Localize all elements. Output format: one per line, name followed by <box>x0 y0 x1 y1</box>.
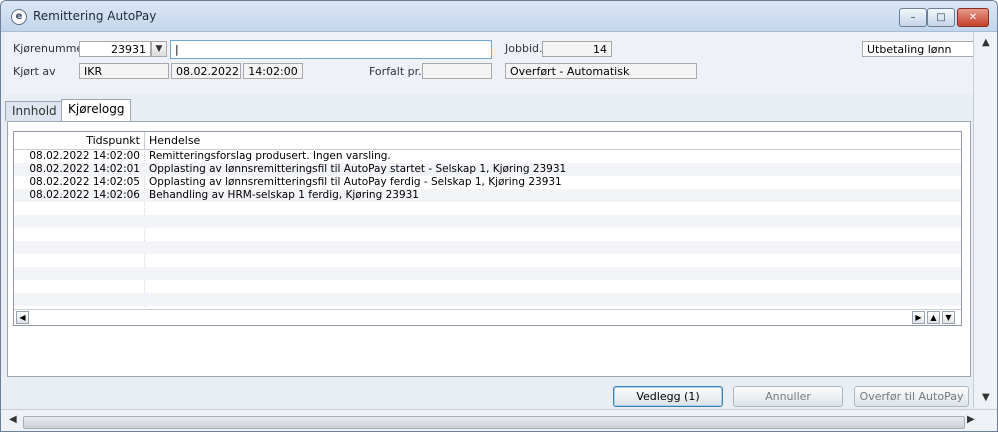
event-cell: Opplasting av lønnsremitteringsfil til A… <box>149 163 567 175</box>
tab-kjorelogg[interactable]: Kjørelogg <box>61 99 131 122</box>
empty-row <box>14 267 961 280</box>
tab-bar: Innhold Kjørelogg <box>5 99 971 122</box>
empty-row <box>14 202 961 215</box>
arrow-up-icon[interactable]: ▲ <box>982 37 990 48</box>
run-number-dropdown[interactable]: ▼ <box>151 41 167 57</box>
table-row[interactable]: 08.02.2022 14:02:05 Opplasting av lønnsr… <box>14 176 961 189</box>
empty-row <box>14 228 961 241</box>
column-header-time[interactable]: Tidspunkt <box>14 132 144 149</box>
run-number-field[interactable]: 23931 <box>79 41 151 57</box>
empty-row <box>14 215 961 228</box>
time-cell: 08.02.2022 14:02:00 <box>29 150 140 162</box>
arrow-left-icon[interactable]: ◀ <box>16 311 29 324</box>
arrow-up-icon[interactable]: ▲ <box>927 311 940 324</box>
table-row[interactable]: 08.02.2022 14:02:06 Behandling av HRM-se… <box>14 189 961 202</box>
table-row[interactable]: 08.02.2022 14:02:00 Remitteringsforslag … <box>14 150 961 163</box>
event-cell: Remitteringsforslag produsert. Ingen var… <box>149 150 391 162</box>
status-field: Overført - Automatisk <box>505 63 697 79</box>
scroll-thumb[interactable] <box>23 416 965 429</box>
run-by-field: IKR <box>79 63 169 79</box>
window-horizontal-scrollbar[interactable]: ◀ ▶ <box>1 409 997 431</box>
window: e Remittering AutoPay – □ ✕ Kjørenummer … <box>0 0 998 432</box>
arrow-left-icon[interactable]: ◀ <box>9 414 17 425</box>
restore-button[interactable]: □ <box>927 8 955 27</box>
transfer-button[interactable]: Overfør til AutoPay <box>854 386 969 407</box>
job-label: Jobbid. <box>505 42 543 55</box>
close-button[interactable]: ✕ <box>957 8 989 27</box>
empty-row <box>14 254 961 267</box>
arrow-right-icon[interactable]: ▶ <box>912 311 925 324</box>
window-vertical-scrollbar[interactable]: ▲ ▼ <box>973 32 997 408</box>
empty-row <box>14 280 961 293</box>
grid-header: Tidspunkt Hendelse <box>14 132 961 150</box>
time-cell: 08.02.2022 14:02:05 <box>29 176 140 188</box>
grid-horizontal-scrollbar[interactable]: ◀ ▶ ▲ ▼ <box>14 309 961 325</box>
cancel-button[interactable]: Annuller <box>733 386 843 407</box>
due-field <box>422 63 492 79</box>
empty-row <box>14 293 961 306</box>
event-cell: Opplasting av lønnsremitteringsfil til A… <box>149 176 562 188</box>
attachments-button[interactable]: Vedlegg (1) <box>613 386 723 407</box>
chevron-down-icon: ▼ <box>155 44 163 54</box>
arrow-right-icon[interactable]: ▶ <box>967 414 975 425</box>
window-title: Remittering AutoPay <box>33 9 157 23</box>
log-panel: Tidspunkt Hendelse 08.02.2022 14:02:00 R… <box>7 121 971 377</box>
run-number-label: Kjørenummer <box>13 42 88 55</box>
app-icon: e <box>11 9 27 25</box>
empty-row <box>14 241 961 254</box>
run-time-field: 14:02:00 <box>243 63 303 79</box>
title-bar: e Remittering AutoPay – □ ✕ <box>1 1 997 32</box>
table-row[interactable]: 08.02.2022 14:02:01 Opplasting av lønnsr… <box>14 163 961 176</box>
run-date-field: 08.02.2022 <box>171 63 241 79</box>
run-by-label: Kjørt av <box>13 65 56 78</box>
description-input[interactable]: | <box>170 40 492 59</box>
time-cell: 08.02.2022 14:02:01 <box>29 163 140 175</box>
event-cell: Behandling av HRM-selskap 1 ferdig, Kjør… <box>149 189 419 201</box>
due-label: Forfalt pr. <box>369 65 422 78</box>
arrow-down-icon[interactable]: ▼ <box>982 392 990 403</box>
header-form: Kjørenummer 23931 ▼ | Jobbid. 14 Utbetal… <box>5 32 974 94</box>
tab-innhold[interactable]: Innhold <box>5 101 63 121</box>
arrow-down-icon[interactable]: ▼ <box>942 311 955 324</box>
payment-type-field[interactable]: Utbetaling lønn <box>862 41 974 57</box>
time-cell: 08.02.2022 14:02:06 <box>29 189 140 201</box>
column-header-event[interactable]: Hendelse <box>145 132 445 149</box>
log-grid: Tidspunkt Hendelse 08.02.2022 14:02:00 R… <box>13 131 962 326</box>
job-field: 14 <box>542 41 612 57</box>
minimize-button[interactable]: – <box>899 8 927 27</box>
